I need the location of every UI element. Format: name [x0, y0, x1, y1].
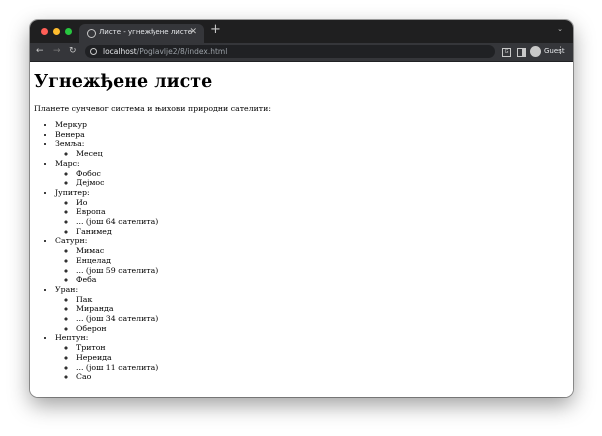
planet-name: Уран:	[55, 284, 79, 294]
moon-item: Оберон	[76, 324, 158, 334]
moon-item: Сао	[76, 372, 158, 382]
planet-item: Сатурн:МимасЕнцелад... (још 59 сателита)…	[55, 236, 158, 285]
moon-list: ТритонНереида... (још 11 сателита)Сао	[55, 343, 158, 382]
planet-name: Земља:	[55, 139, 85, 149]
planet-item: Меркур	[55, 120, 158, 130]
moon-item: ... (још 11 сателита)	[76, 363, 158, 373]
moon-list: ИоЕвропа... (још 64 сателита)Ганимед	[55, 198, 158, 237]
url-text[interactable]: localhost/Poglavlje2/8/index.html	[103, 47, 227, 56]
moon-item: Ио	[76, 198, 158, 208]
chevron-down-icon[interactable]: ⌄	[557, 25, 563, 33]
moon-item: Ганимед	[76, 227, 158, 237]
tab-strip: Листе - угнежђене листе ✕ + ⌄	[30, 20, 573, 43]
planet-item: Венера	[55, 130, 158, 140]
moon-item: ... (још 34 сателита)	[76, 314, 158, 324]
moon-item: Мимас	[76, 246, 158, 256]
planet-item: Уран:ПакМиранда... (још 34 сателита)Обер…	[55, 285, 158, 334]
browser-window: Листе - угнежђене листе ✕ + ⌄ ← → ↻ loca…	[30, 20, 573, 397]
moon-list: МимасЕнцелад... (још 59 сателита)Феба	[55, 246, 158, 285]
planet-item: Јупитер:ИоЕвропа... (још 64 сателита)Ган…	[55, 188, 158, 237]
window-minimize-button[interactable]	[53, 28, 60, 35]
window-close-button[interactable]	[41, 28, 48, 35]
planet-list: МеркурВенераЗемља:МесецМарс:ФобосДејмосЈ…	[30, 120, 158, 382]
more-menu-icon[interactable]: ⋮	[556, 45, 565, 57]
moon-item: Фобос	[76, 169, 158, 179]
moon-item: Миранда	[76, 304, 158, 314]
moon-list: ПакМиранда... (још 34 сателита)Оберон	[55, 295, 158, 334]
moon-item: ... (још 64 сателита)	[76, 217, 158, 227]
address-bar[interactable]: localhost/Poglavlje2/8/index.html	[85, 45, 495, 58]
browser-toolbar: ← → ↻ localhost/Poglavlje2/8/index.html …	[30, 43, 573, 62]
moon-item: Нереида	[76, 353, 158, 363]
tab-active[interactable]: Листе - угнежђене листе ✕	[79, 24, 204, 43]
info-icon[interactable]	[90, 48, 97, 55]
tab-title: Листе - угнежђене листе	[99, 28, 193, 36]
moon-list: Месец	[55, 149, 158, 159]
moon-item: Енцелад	[76, 256, 158, 266]
url-host: localhost	[103, 47, 137, 56]
planet-name: Сатурн:	[55, 236, 88, 246]
new-tab-button[interactable]: +	[210, 22, 221, 38]
moon-item: Месец	[76, 149, 158, 159]
window-zoom-button[interactable]	[65, 28, 72, 35]
planet-name: Меркур	[55, 120, 88, 129]
moon-item: Тритон	[76, 343, 158, 353]
planet-name: Венера	[55, 129, 85, 139]
planet-item: Нептун:ТритонНереида... (још 11 сателита…	[55, 333, 158, 382]
url-path: /Poglavlje2/8/index.html	[136, 47, 228, 56]
moon-item: ... (још 59 сателита)	[76, 266, 158, 276]
planet-name: Нептун:	[55, 333, 89, 343]
planet-name: Јупитер:	[55, 187, 90, 197]
planet-item: Марс:ФобосДејмос	[55, 159, 158, 188]
moon-item: Феба	[76, 275, 158, 285]
moon-item: Европа	[76, 207, 158, 217]
back-icon[interactable]: ←	[36, 45, 44, 57]
intro-text: Планете сунчевог система и њихови природ…	[34, 104, 271, 113]
moon-item: Дејмос	[76, 178, 158, 188]
planet-item: Земља:Месец	[55, 139, 158, 158]
page-heading: Угнежђене листе	[34, 72, 213, 92]
forward-icon[interactable]: →	[53, 45, 61, 57]
reload-icon[interactable]: ↻	[69, 45, 77, 57]
close-icon[interactable]: ✕	[189, 27, 197, 37]
translate-icon[interactable]: G	[502, 48, 511, 57]
moon-item: Пак	[76, 295, 158, 305]
globe-icon	[87, 29, 96, 38]
side-panel-icon[interactable]	[517, 48, 526, 57]
avatar-icon	[530, 46, 541, 57]
page-content: Угнежђене листе Планете сунчевог система…	[30, 62, 573, 397]
planet-name: Марс:	[55, 158, 80, 168]
moon-list: ФобосДејмос	[55, 169, 158, 188]
